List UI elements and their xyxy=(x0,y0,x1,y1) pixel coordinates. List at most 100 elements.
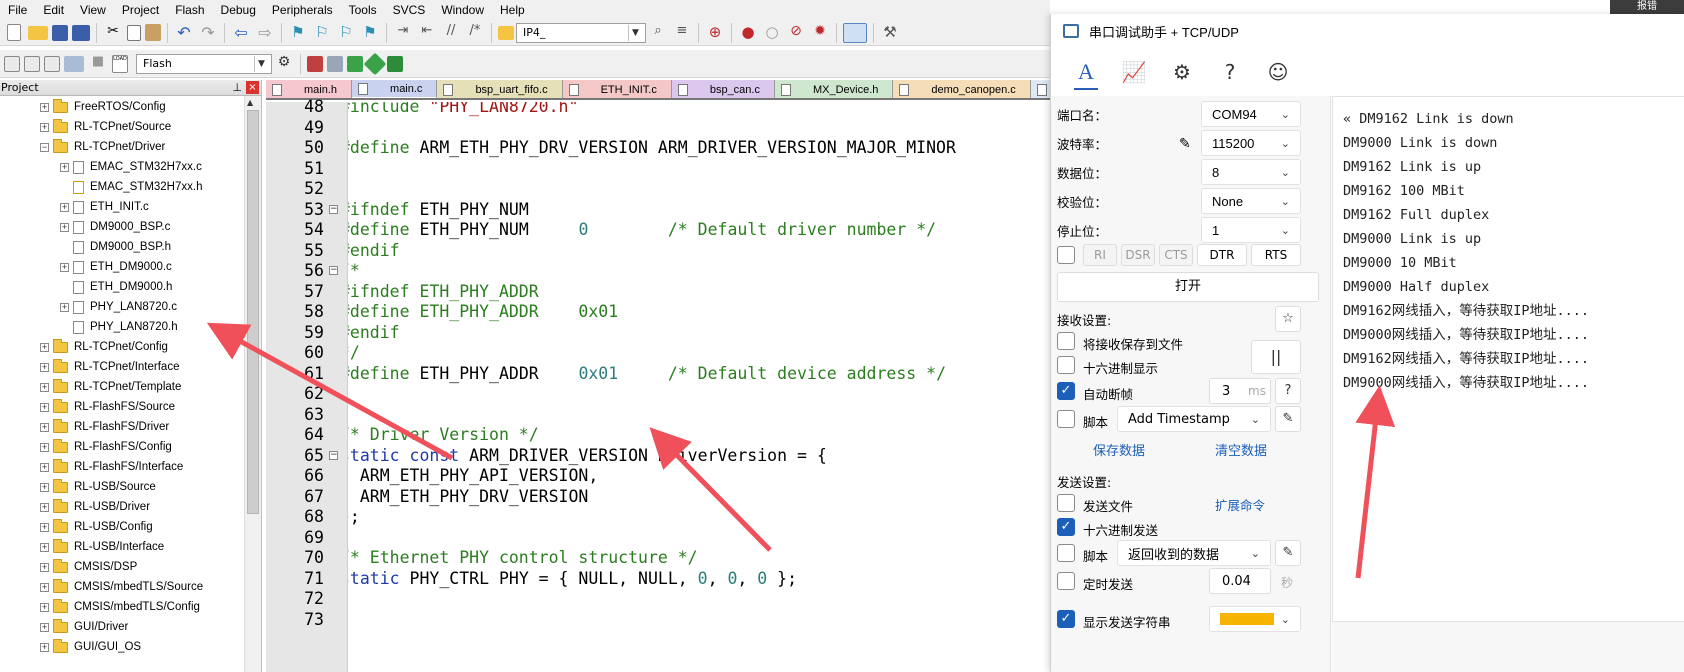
menu-item[interactable]: Window xyxy=(433,3,492,17)
tree-file[interactable]: + DM9000_BSP.c xyxy=(60,217,170,237)
editor-tab[interactable]: main.c xyxy=(352,80,438,98)
tree-folder[interactable]: + GUI/Driver xyxy=(40,617,128,637)
editor-tab[interactable]: MX_Device.h xyxy=(774,80,894,98)
open-folder-icon[interactable] xyxy=(28,25,48,40)
find-in-files-icon[interactable] xyxy=(498,25,514,40)
redo-icon[interactable]: ↷ xyxy=(198,23,218,43)
report-button[interactable]: 报错 xyxy=(1610,0,1684,14)
tree-folder[interactable]: + RL-USB/Source xyxy=(40,477,156,497)
signal-button-rts[interactable]: RTS xyxy=(1251,244,1301,266)
scrollbar-thumb[interactable] xyxy=(247,110,259,514)
collapse-icon[interactable]: − xyxy=(40,142,49,152)
expand-icon[interactable]: + xyxy=(40,102,49,112)
undo-icon[interactable]: ↶ xyxy=(174,23,194,43)
save-data-button[interactable]: 保存数据 xyxy=(1093,440,1145,459)
send-file-checkbox[interactable] xyxy=(1057,494,1075,512)
save-icon[interactable] xyxy=(52,24,68,41)
fold-icon[interactable]: − xyxy=(329,450,338,460)
pause-button[interactable]: || xyxy=(1251,340,1301,374)
clear-data-button[interactable]: 清空数据 xyxy=(1215,440,1267,459)
tree-folder[interactable]: + FreeRTOS/Config xyxy=(40,97,166,117)
expand-icon[interactable]: + xyxy=(40,442,49,452)
expand-icon[interactable]: + xyxy=(40,382,49,392)
tree-folder[interactable]: + CMSIS/mbedTLS/Source xyxy=(40,577,203,597)
baud-select[interactable]: 115200 ⌄ xyxy=(1201,130,1301,156)
clear-bookmarks-icon[interactable]: ⚑ xyxy=(360,23,380,43)
send-color-select[interactable]: ⌄ xyxy=(1209,606,1301,632)
expand-icon[interactable]: + xyxy=(40,562,49,572)
tree-folder[interactable]: + RL-FlashFS/Config xyxy=(40,437,172,457)
nav-forward-icon[interactable]: ⇨ xyxy=(255,23,275,43)
breakpoint-icon[interactable]: ● xyxy=(738,23,758,43)
build-icon[interactable] xyxy=(24,55,40,72)
uncomment-icon[interactable]: /* xyxy=(465,23,485,43)
editor-tab[interactable]: ETH_INIT.c xyxy=(562,80,672,98)
target-options-icon[interactable]: ⚙ xyxy=(274,54,294,74)
translate-icon[interactable] xyxy=(4,55,20,72)
send-script-checkbox[interactable] xyxy=(1057,544,1075,562)
indent-icon[interactable]: ⇥ xyxy=(393,23,413,43)
tree-file[interactable]: ETH_DM9000.h xyxy=(60,277,172,297)
expand-icon[interactable]: + xyxy=(60,302,69,312)
menu-item[interactable]: Project xyxy=(114,3,167,17)
scroll-up-icon[interactable]: ▲ xyxy=(247,98,253,107)
databits-select[interactable]: 8 ⌄ xyxy=(1201,159,1301,185)
tree-folder[interactable]: − RL-TCPnet/Driver xyxy=(40,137,165,157)
paste-icon[interactable] xyxy=(145,24,161,41)
rte-icon[interactable] xyxy=(363,52,387,75)
code-editor[interactable]: #include "PHY_LAN8720.h" #define ARM_ETH_… xyxy=(348,102,1050,672)
tree-folder[interactable]: + CMSIS/mbedTLS/Config xyxy=(40,597,200,617)
hex-send-checkbox[interactable]: ✓ xyxy=(1057,518,1075,536)
feedback-icon[interactable]: ☺ xyxy=(1257,52,1299,92)
recv-script-select[interactable]: Add Timestamp ⌄ xyxy=(1117,406,1271,432)
expand-icon[interactable]: + xyxy=(60,222,69,232)
expand-icon[interactable]: + xyxy=(60,262,69,272)
kill-breakpoints-icon[interactable]: ✹ xyxy=(810,23,830,43)
flash-target-combo[interactable]: Flash ▼ xyxy=(136,53,272,74)
close-icon[interactable]: × xyxy=(246,81,259,94)
editor-tab[interactable]: bsp_uart_fifo.c xyxy=(437,80,563,98)
send-area[interactable] xyxy=(1332,622,1684,672)
editor-tab[interactable]: bsp_can.c xyxy=(671,80,775,98)
expand-icon[interactable]: + xyxy=(40,402,49,412)
tree-file[interactable]: EMAC_STM32H7xx.h xyxy=(60,177,202,197)
auto-frame-checkbox[interactable]: ✓ xyxy=(1057,382,1075,400)
next-bookmark-icon[interactable]: ⚐ xyxy=(336,23,356,43)
parity-select[interactable]: None ⌄ xyxy=(1201,188,1301,214)
project-scrollbar[interactable]: ▲ xyxy=(244,96,261,672)
edit-script-icon[interactable]: ✎ xyxy=(1275,406,1301,432)
recv-script-checkbox[interactable] xyxy=(1057,410,1075,428)
download-icon[interactable]: LOAD xyxy=(112,54,128,73)
expand-icon[interactable]: + xyxy=(40,342,49,352)
copy-icon[interactable] xyxy=(127,24,141,41)
tree-file[interactable]: + PHY_LAN8720.c xyxy=(60,297,177,317)
menu-item[interactable]: File xyxy=(0,3,35,17)
expand-icon[interactable]: + xyxy=(40,542,49,552)
chart-mode-icon[interactable]: 📈 xyxy=(1113,52,1155,92)
component-icon[interactable] xyxy=(387,55,403,72)
disable-breakpoint-icon[interactable]: ○ xyxy=(762,23,782,43)
find-icon[interactable]: ⌕ xyxy=(648,23,668,43)
menu-item[interactable]: View xyxy=(72,3,114,17)
new-file-icon[interactable] xyxy=(7,24,21,41)
tree-folder[interactable]: + CMSIS/DSP xyxy=(40,557,137,577)
tree-folder[interactable]: + GUI/GUI_OS xyxy=(40,637,141,657)
open-port-button[interactable]: 打开 xyxy=(1057,272,1319,302)
expand-icon[interactable]: + xyxy=(60,202,69,212)
manage-project-icon[interactable] xyxy=(307,55,323,72)
show-send-str-checkbox[interactable]: ✓ xyxy=(1057,610,1075,628)
comment-icon[interactable]: // xyxy=(441,23,461,43)
signal-button-dsr[interactable]: DSR xyxy=(1121,244,1155,266)
tree-file[interactable]: PHY_LAN8720.h xyxy=(60,317,178,337)
help-icon[interactable]: ? xyxy=(1209,52,1251,92)
tree-folder[interactable]: + RL-FlashFS/Source xyxy=(40,397,175,417)
expand-icon[interactable]: + xyxy=(40,122,49,132)
configure-icon[interactable]: ⚒ xyxy=(880,23,900,43)
expand-icon[interactable]: + xyxy=(40,362,49,372)
receive-area[interactable]: « DM9162 Link is down DM9000 Link is down… xyxy=(1332,96,1684,622)
expand-icon[interactable]: + xyxy=(40,602,49,612)
editor-tab[interactable]: demo_canopen.c xyxy=(893,80,1031,98)
signal-button-dtr[interactable]: DTR xyxy=(1197,244,1247,266)
signal-button-cts[interactable]: CTS xyxy=(1159,244,1193,266)
signal-button-ri[interactable]: RI xyxy=(1083,244,1117,266)
